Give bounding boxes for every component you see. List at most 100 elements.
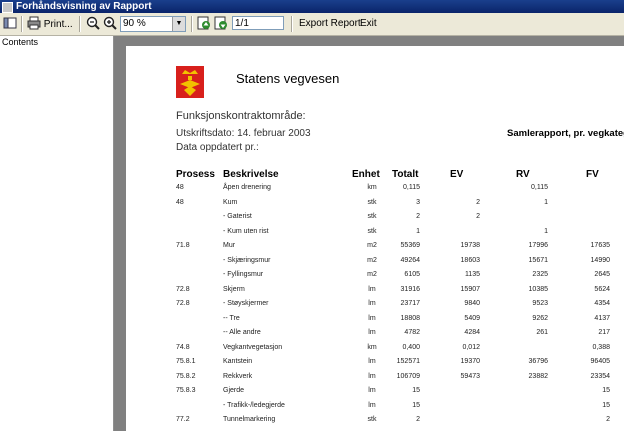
col-header-beskrivelse: Beskrivelse <box>223 169 279 180</box>
cell-totalt: 6105 <box>404 271 420 278</box>
table-row: - Gaterist stk 2 2 <box>126 213 624 227</box>
cell-beskrivelse: Tunnelmarkering <box>223 416 276 423</box>
cell-totalt: 1 <box>416 227 420 235</box>
cell-beskrivelse: - Fyllingsmur <box>223 271 264 278</box>
table-row: 75.8.2 Rekkverk lm 106709 59473 23882 23354 <box>126 373 624 387</box>
cell-prosess: 71.8 <box>176 242 190 249</box>
cell-rv: 2325 <box>532 271 548 278</box>
cell-beskrivelse: Mur <box>223 242 236 249</box>
next-page-button[interactable] <box>214 16 228 32</box>
zoom-out-button[interactable] <box>86 16 100 32</box>
table-row: -- Tre lm 18808 5409 9262 4137 <box>126 315 624 329</box>
zoom-in-button[interactable] <box>103 16 117 32</box>
toolbar: Print... 90 % ▼ 1/1 Export Report Exit <box>0 13 624 36</box>
data-updated: Data oppdatert pr.: <box>176 142 259 153</box>
cell-totalt: 55369 <box>400 242 420 249</box>
cell-totalt: 106709 <box>396 372 420 380</box>
organization-name: Statens vegvesen <box>236 71 340 86</box>
cell-ev: 0,012 <box>462 343 480 351</box>
cell-prosess: 74.8 <box>176 343 190 351</box>
cell-rv: 36796 <box>528 358 548 365</box>
cell-rv: 0,115 <box>531 184 548 191</box>
cell-fv: 2645 <box>594 271 610 278</box>
cell-ev: 9840 <box>464 300 480 307</box>
cell-rv: 1 <box>544 198 548 206</box>
cell-totalt: 18808 <box>400 314 420 322</box>
cell-fv: 5624 <box>594 285 610 293</box>
contents-panel: Contents <box>0 36 114 431</box>
table-row: 77.2 Tunnelmarkering stk 2 2 <box>126 416 624 430</box>
cell-totalt: 4782 <box>404 329 420 336</box>
table-row: 72.8- Støyskjermer lm 23717 9840 9523 4354 <box>126 300 624 314</box>
cell-ev: 19738 <box>460 242 480 249</box>
cell-rv: 1 <box>544 227 548 235</box>
zoom-out-icon <box>86 16 100 30</box>
exit-button[interactable]: Exit <box>360 16 377 32</box>
report-title: Samlerapport, pr. vegkategori (m <box>507 128 624 139</box>
window-title: Forhåndsvisning av Rapport <box>16 1 152 12</box>
cell-beskrivelse: Kum <box>223 198 238 206</box>
cell-totalt: 0,115 <box>403 184 420 191</box>
cell-totalt: 2 <box>416 213 420 220</box>
cell-totalt: 31916 <box>400 285 420 293</box>
cell-beskrivelse: Gjerde <box>223 387 245 394</box>
cell-rv: 10385 <box>528 285 548 293</box>
cell-rv: 15671 <box>528 256 548 264</box>
cell-totalt: 15 <box>412 401 420 409</box>
app-icon <box>2 2 13 13</box>
print-label: Print... <box>43 19 73 30</box>
cell-ev: 5409 <box>464 314 480 322</box>
col-header-rv: RV <box>516 169 530 180</box>
page-down-icon <box>214 16 227 30</box>
cell-totalt: 3 <box>416 198 420 206</box>
print-date: Utskriftsdato: 14. februar 2003 <box>176 128 311 139</box>
contents-header: Contents <box>2 37 39 47</box>
cell-beskrivelse: Vegkantvegetasjon <box>223 343 283 351</box>
col-header-enhet: Enhet <box>352 169 380 180</box>
table-row: - Skjæringsmur m2 49264 18603 15671 14990 <box>126 257 624 271</box>
cell-rv: 23882 <box>528 372 548 380</box>
cell-ev: 2 <box>476 198 480 206</box>
cell-ev: 59473 <box>460 372 480 380</box>
print-button[interactable]: Print... <box>27 16 73 32</box>
cell-fv: 15 <box>602 387 610 394</box>
table-row: 75.8.1 Kantstein lm 152571 19370 36796 96405 <box>126 358 624 372</box>
cell-ev: 4284 <box>464 329 480 336</box>
cell-ev: 2 <box>476 213 480 220</box>
zoom-select[interactable]: 90 % ▼ <box>120 16 186 32</box>
printer-icon <box>27 16 41 30</box>
cell-beskrivelse: - Trafikk-/ledegjerde <box>223 401 285 409</box>
table-row: -- Alle andre lm 4782 4284 261 217 <box>126 329 624 343</box>
cell-totalt: 152571 <box>396 358 420 365</box>
report-subtitle: Funksjonskontraktområde: <box>176 110 306 122</box>
cell-totalt: 15 <box>412 387 420 394</box>
panel-icon <box>3 17 17 29</box>
previous-page-button[interactable] <box>197 16 211 32</box>
toolbar-separator <box>291 16 293 32</box>
cell-fv: 23354 <box>590 372 610 380</box>
cell-rv: 17996 <box>528 242 548 249</box>
zoom-value: 90 % <box>123 18 146 29</box>
chevron-down-icon[interactable]: ▼ <box>172 17 185 31</box>
export-report-button[interactable]: Export Report <box>299 16 361 32</box>
window-titlebar: Forhåndsvisning av Rapport <box>0 0 624 13</box>
zoom-in-icon <box>103 16 117 30</box>
cell-beskrivelse: - Støyskjermer <box>223 300 269 307</box>
table-row: - Trafikk-/ledegjerde lm 15 15 <box>126 402 624 416</box>
toggle-contents-button[interactable] <box>3 16 17 32</box>
cell-beskrivelse: - Kum uten rist <box>223 227 269 235</box>
table-row: 72.8 Skjerm lm 31916 15907 10385 5624 <box>126 286 624 300</box>
cell-fv: 2 <box>606 416 610 423</box>
cell-fv: 96405 <box>590 358 610 365</box>
page-number-field[interactable]: 1/1 <box>232 16 284 30</box>
table-row: 48 Kum stk 3 2 1 <box>126 199 624 213</box>
cell-beskrivelse: Kantstein <box>223 358 253 365</box>
cell-prosess: 48 <box>176 184 184 191</box>
cell-prosess: 77.2 <box>176 416 190 423</box>
cell-rv: 9262 <box>532 314 548 322</box>
cell-prosess: 48 <box>176 198 184 206</box>
cell-prosess: 75.8.3 <box>176 387 196 394</box>
page-up-icon <box>197 16 210 30</box>
cell-prosess: 72.8 <box>176 285 190 293</box>
statens-vegvesen-logo <box>176 66 204 98</box>
